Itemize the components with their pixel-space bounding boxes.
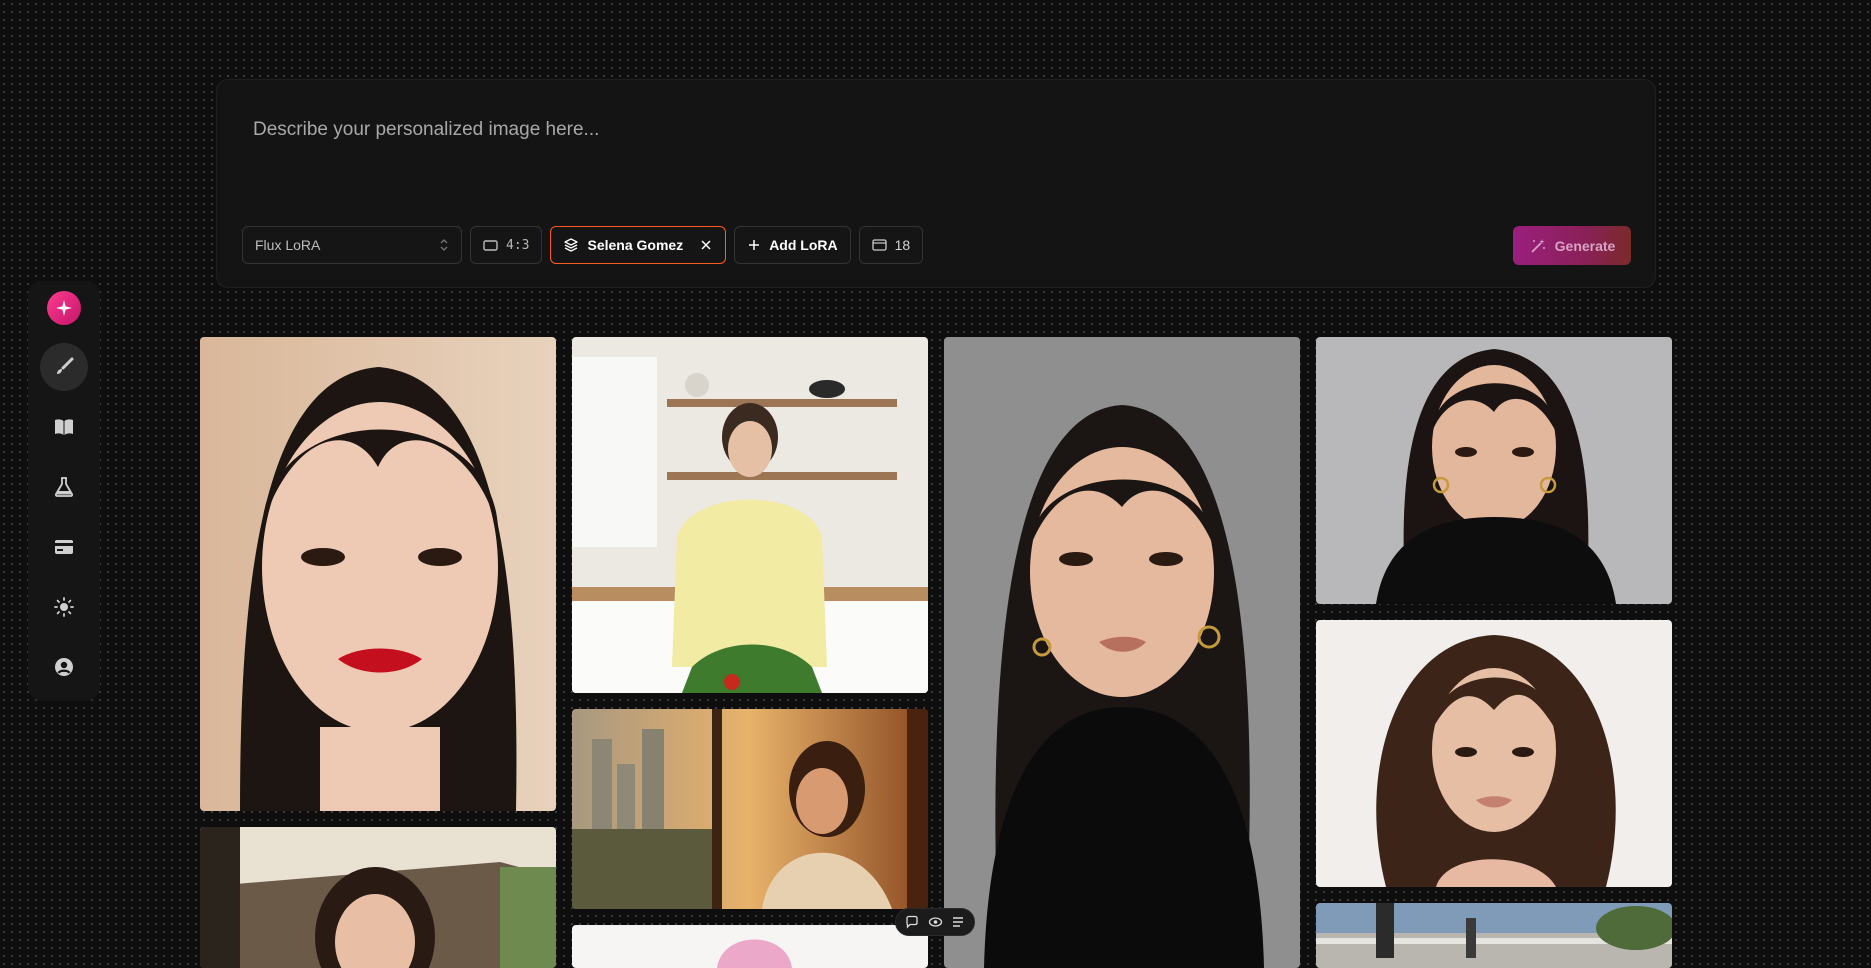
comment-icon[interactable] xyxy=(905,915,919,929)
gallery-image[interactable] xyxy=(200,827,556,968)
sidebar-item-create[interactable] xyxy=(40,343,88,391)
sun-icon xyxy=(54,597,74,617)
image-hover-toolbar xyxy=(895,908,975,936)
model-select[interactable]: Flux LoRA xyxy=(242,226,462,264)
image-count-button[interactable]: 18 xyxy=(858,226,924,264)
prompt-input[interactable] xyxy=(253,110,1553,150)
gallery-image[interactable] xyxy=(572,925,928,968)
plus-icon xyxy=(749,240,760,250)
generate-label: Generate xyxy=(1554,237,1616,254)
gallery-image[interactable] xyxy=(1316,620,1672,887)
sparkle-icon xyxy=(56,300,72,316)
prompt-controls: Flux LoRA 4:3 Selena Gomez Add LoRA 18 xyxy=(242,226,924,264)
aspect-ratio-label: 4:3 xyxy=(506,237,530,253)
add-lora-label: Add LoRA xyxy=(769,237,838,253)
magic-wand-icon xyxy=(1531,238,1545,253)
flask-icon xyxy=(54,477,74,497)
chevron-updown-icon xyxy=(440,239,448,251)
lora-name: Selena Gomez xyxy=(587,237,684,253)
aspect-ratio-button[interactable]: 4:3 xyxy=(470,226,543,264)
images-icon xyxy=(871,239,887,251)
layers-icon xyxy=(564,238,579,252)
close-icon[interactable] xyxy=(699,238,713,252)
sidebar-item-theme[interactable] xyxy=(40,583,88,631)
gallery-image[interactable] xyxy=(572,337,928,693)
brush-icon xyxy=(57,357,74,374)
sidebar-item-billing[interactable] xyxy=(40,523,88,571)
eye-off-icon[interactable] xyxy=(928,915,943,929)
generate-button[interactable]: Generate xyxy=(1513,226,1631,265)
image-count-label: 18 xyxy=(894,237,911,253)
lora-chip[interactable]: Selena Gomez xyxy=(550,226,727,264)
sidebar xyxy=(28,281,100,701)
gallery-image[interactable] xyxy=(200,337,556,811)
model-select-label: Flux LoRA xyxy=(255,237,321,253)
gallery-image[interactable] xyxy=(572,709,928,909)
user-circle-icon xyxy=(55,658,73,676)
book-icon xyxy=(55,419,73,435)
gallery-image[interactable] xyxy=(1316,903,1672,968)
sidebar-item-library[interactable] xyxy=(40,403,88,451)
app-logo[interactable] xyxy=(47,291,81,325)
list-icon[interactable] xyxy=(951,915,965,929)
gallery-image[interactable] xyxy=(944,337,1300,968)
add-lora-button[interactable]: Add LoRA xyxy=(734,226,851,264)
credit-card-icon xyxy=(55,540,73,554)
prompt-card: Flux LoRA 4:3 Selena Gomez Add LoRA 18 G… xyxy=(216,79,1656,288)
rectangle-icon xyxy=(483,239,498,251)
sidebar-item-lab[interactable] xyxy=(40,463,88,511)
gallery-image[interactable] xyxy=(1316,337,1672,604)
sidebar-item-account[interactable] xyxy=(40,643,88,691)
